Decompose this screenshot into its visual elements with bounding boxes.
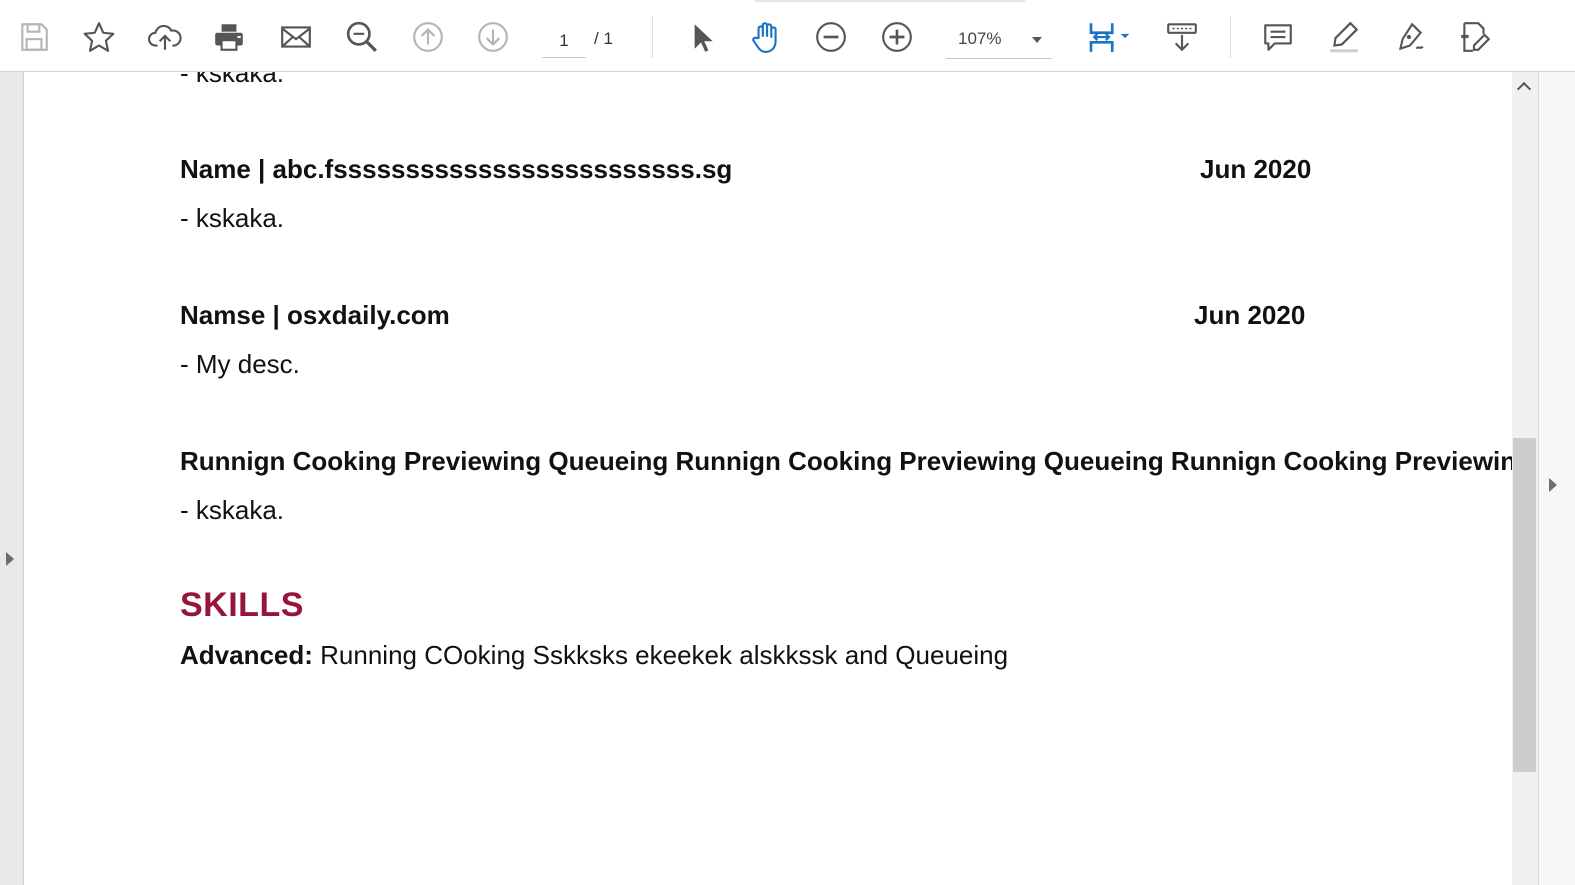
entry-title: Runnign Cooking Previewing Queueing Runn… <box>180 446 1512 476</box>
chevron-down-icon <box>1032 37 1042 43</box>
page-down-icon <box>478 22 508 52</box>
hand-tool-button[interactable] <box>746 18 786 56</box>
skills-line: Advanced: Running COoking Sskksks ekeeke… <box>180 640 1008 671</box>
bookmark-button[interactable] <box>79 18 119 56</box>
email-button[interactable] <box>276 18 316 56</box>
scroll-up-arrow-icon[interactable] <box>1516 81 1532 97</box>
zoom-level-dropdown[interactable]: 107% <box>946 22 1052 59</box>
left-panel-gutter <box>0 72 24 885</box>
draw-button[interactable] <box>1390 18 1430 56</box>
page-up-icon <box>413 22 443 52</box>
fit-page-button[interactable] <box>1080 18 1136 56</box>
right-panel-gutter <box>1538 72 1575 885</box>
zoom-out-button[interactable] <box>811 18 851 56</box>
hand-tool-icon <box>752 22 777 53</box>
scrollbar-thumb[interactable] <box>1513 438 1536 772</box>
fill-sign-icon <box>1461 22 1491 52</box>
zoom-out-icon <box>816 22 846 52</box>
email-icon <box>281 26 311 48</box>
toolbar-divider <box>1230 16 1231 58</box>
select-cursor-icon <box>694 24 713 52</box>
print-button[interactable] <box>209 18 249 56</box>
entry-description: - My desc. <box>180 349 300 379</box>
bookmark-star-icon <box>83 22 115 52</box>
scroll-mode-icon <box>1167 23 1197 52</box>
next-page-button[interactable] <box>473 18 513 56</box>
expand-left-panel-icon[interactable] <box>6 552 14 566</box>
comment-icon <box>1264 24 1292 51</box>
fill-sign-button[interactable] <box>1455 18 1495 56</box>
document-page: - kskaka. Name | abc.fssssssssssssssssss… <box>24 72 1512 885</box>
comment-button[interactable] <box>1258 18 1298 56</box>
pdf-toolbar: / 1 107% <box>0 0 1575 72</box>
vertical-scrollbar[interactable] <box>1512 72 1538 885</box>
partial-description-line: - kskaka. <box>180 72 285 88</box>
select-tool-button[interactable] <box>681 18 721 56</box>
entry-description: - kskaka. <box>180 495 285 525</box>
entry-date: Jun 2020 <box>1194 300 1306 330</box>
highlight-icon <box>1330 21 1359 53</box>
toolbar-tab-indicator <box>755 0 1025 2</box>
fit-page-icon <box>1089 23 1130 52</box>
zoom-in-icon <box>882 22 912 52</box>
page-total-label: / 1 <box>594 29 613 48</box>
entry-date: Jun 2020 <box>1200 154 1312 184</box>
draw-icon <box>1398 22 1424 51</box>
print-icon <box>215 24 243 51</box>
zoom-level-value: 107% <box>958 29 1002 48</box>
entry-description: - kskaka. <box>180 203 285 233</box>
entry-title: Name | abc.fsssssssssssssssssssssssss.sg <box>180 154 733 184</box>
find-button[interactable] <box>342 18 382 56</box>
expand-right-panel-icon[interactable] <box>1549 478 1557 492</box>
upload-cloud-icon <box>148 24 182 50</box>
skills-heading: SKILLS <box>180 586 304 624</box>
zoom-search-icon <box>346 21 377 52</box>
entry-title: Namse | osxdaily.com <box>180 300 450 330</box>
save-button[interactable] <box>14 18 54 56</box>
save-icon <box>21 23 48 51</box>
upload-button[interactable] <box>145 18 185 56</box>
skills-level-label: Advanced: <box>180 640 313 670</box>
highlight-button[interactable] <box>1324 18 1364 56</box>
scroll-mode-button[interactable] <box>1162 18 1202 56</box>
previous-page-button[interactable] <box>408 18 448 56</box>
page-number-input[interactable] <box>542 25 586 58</box>
toolbar-divider <box>652 16 653 58</box>
zoom-in-button[interactable] <box>877 18 917 56</box>
skills-list: Running COoking Sskksks ekeekek alskkssk… <box>312 640 1009 670</box>
